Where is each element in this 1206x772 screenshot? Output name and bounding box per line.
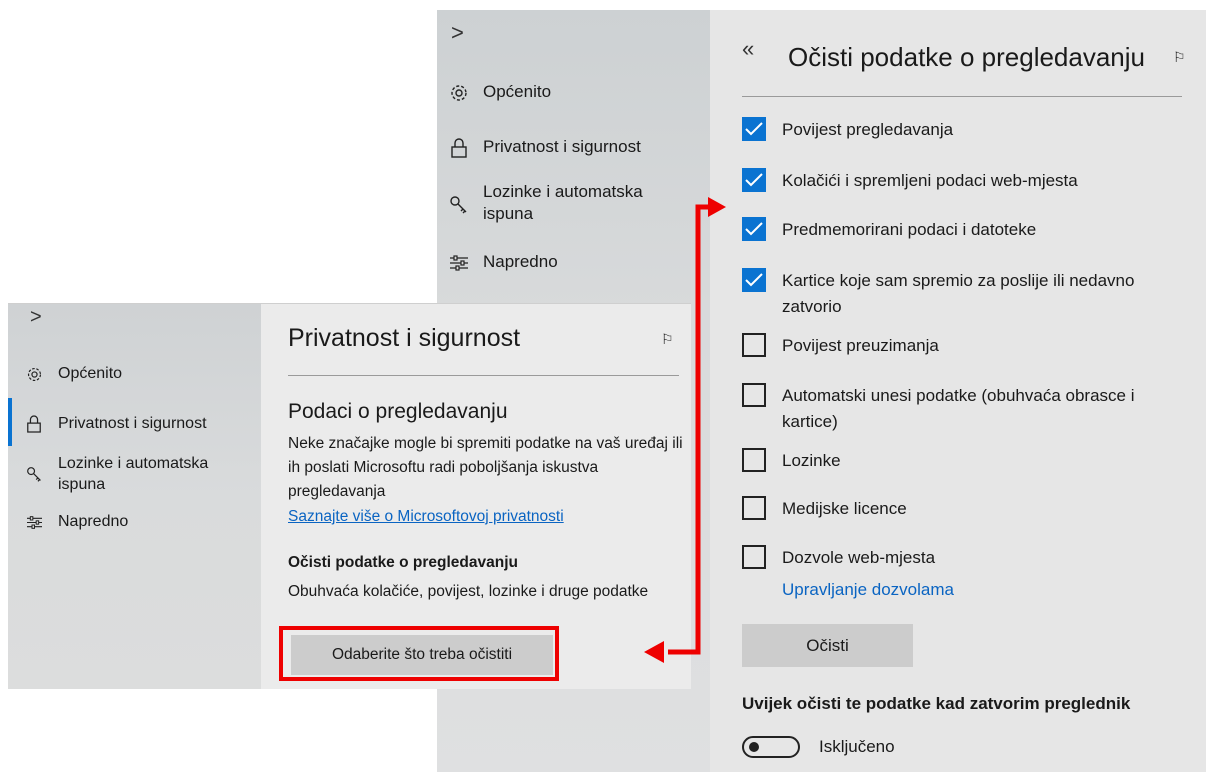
- connector-arrow: [644, 197, 726, 663]
